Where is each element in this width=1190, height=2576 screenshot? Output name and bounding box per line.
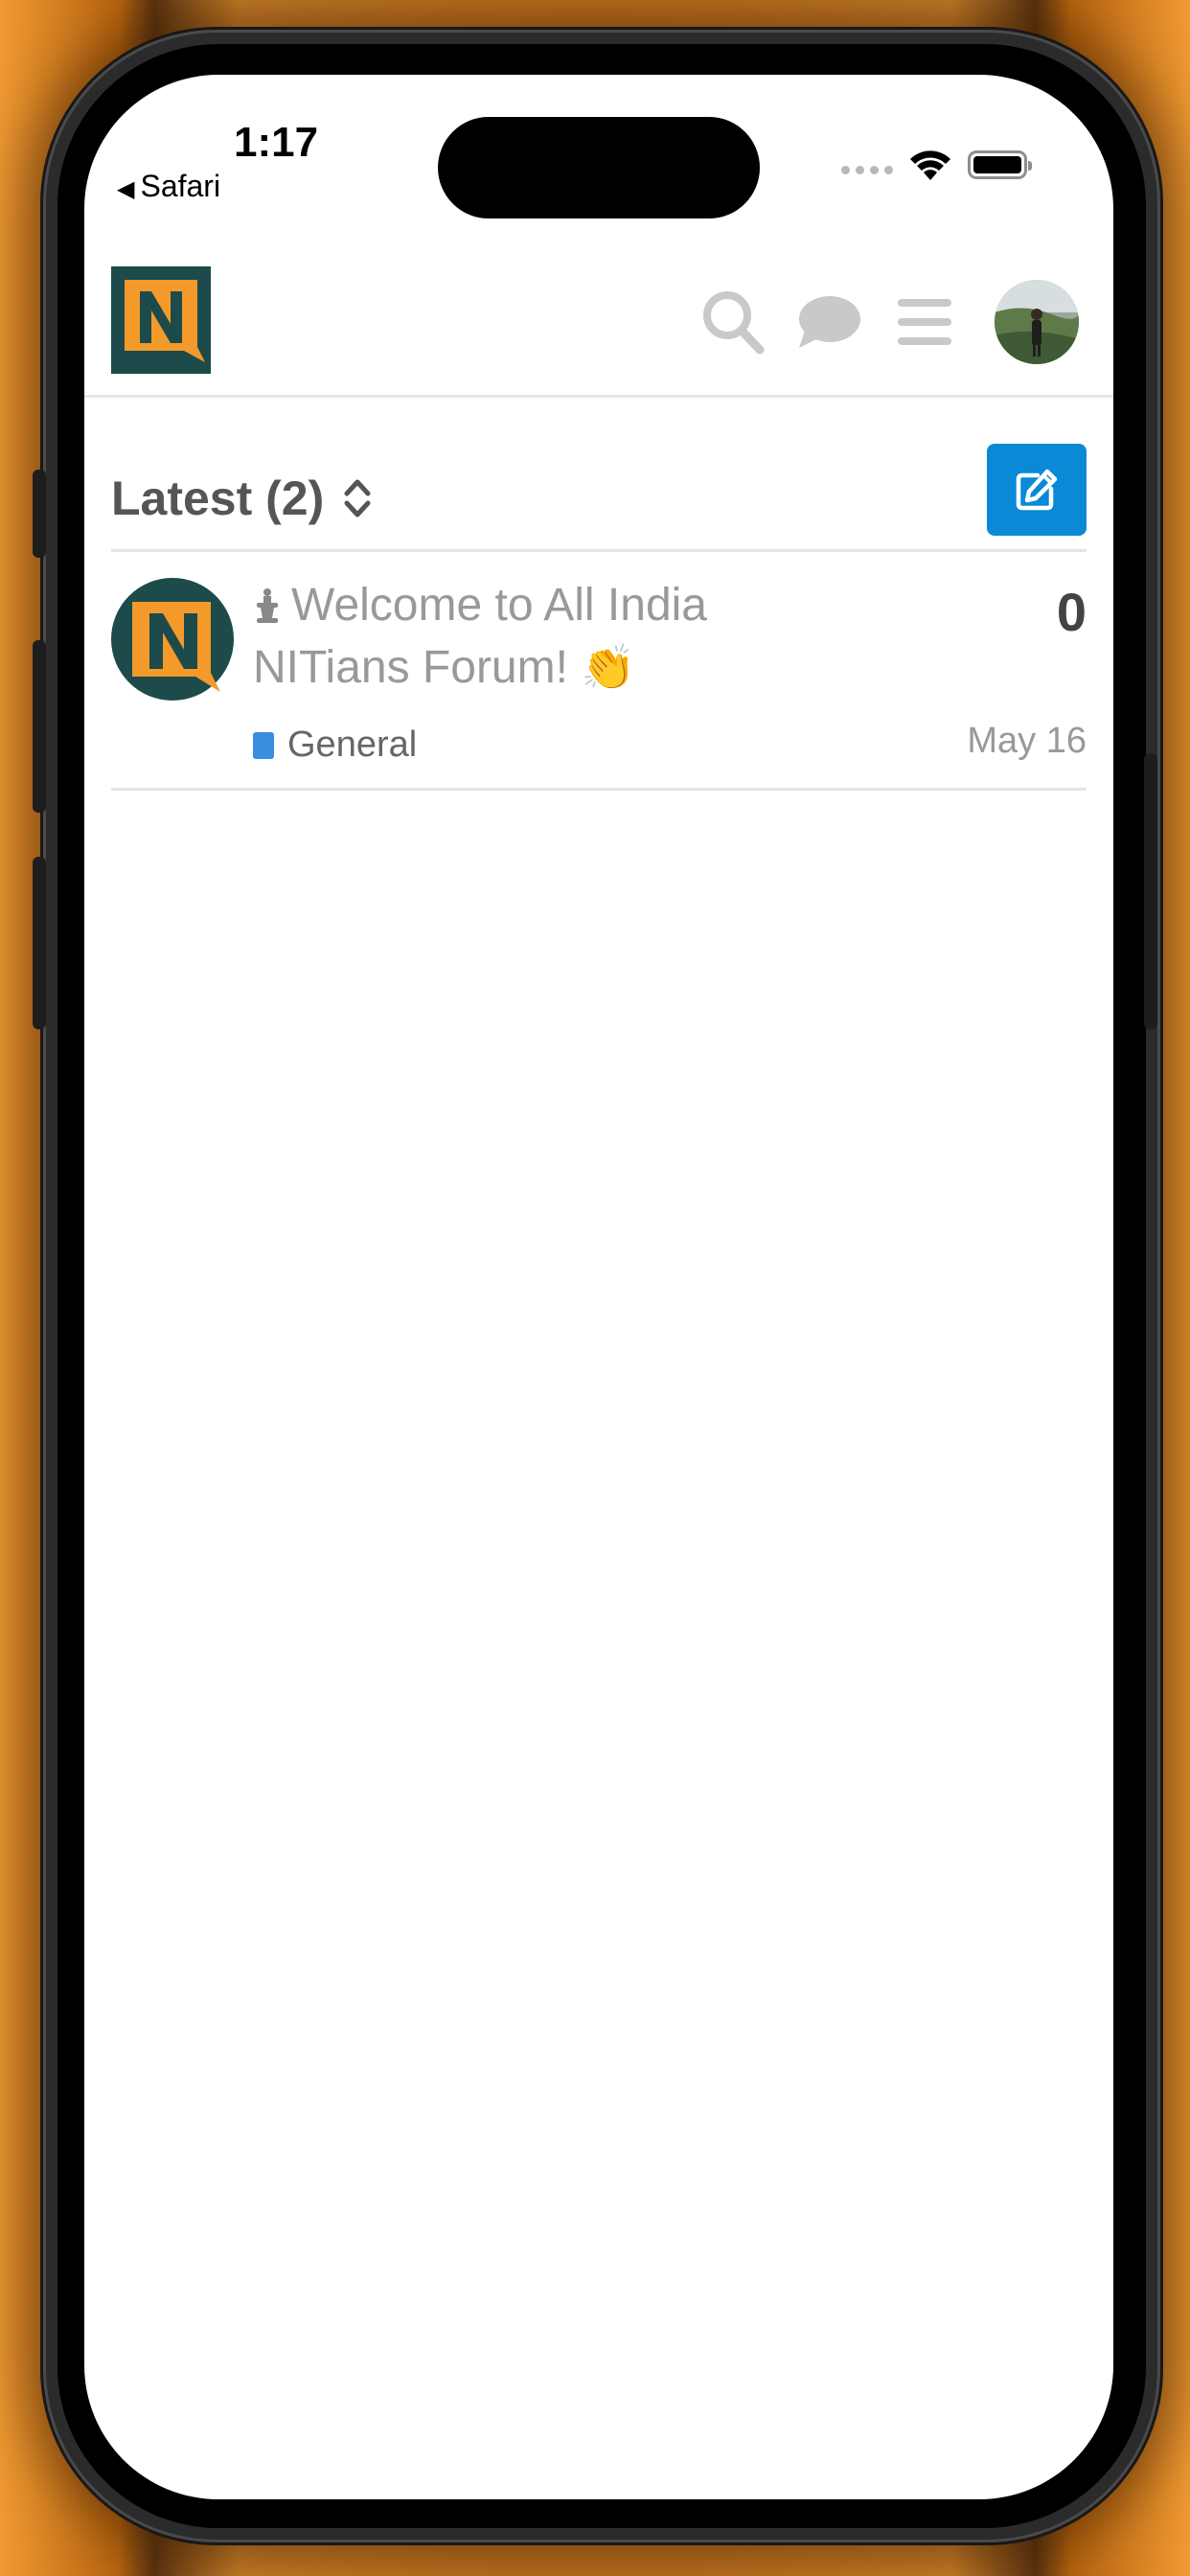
chat-bubble-icon[interactable] — [795, 288, 862, 356]
hamburger-menu-icon[interactable] — [891, 288, 958, 356]
status-indicators — [841, 148, 1032, 182]
search-icon[interactable] — [699, 288, 767, 356]
status-time: 1:17 — [234, 119, 319, 166]
side-button-power — [1144, 753, 1157, 1029]
pin-icon — [257, 588, 278, 623]
category-badge[interactable]: General — [253, 724, 417, 766]
back-to-safari[interactable]: ◀ Safari — [117, 169, 220, 204]
back-label: Safari — [140, 169, 221, 203]
activity-date[interactable]: May 16 — [967, 721, 1087, 762]
header-icons — [699, 278, 1079, 366]
category-color-square — [253, 731, 274, 759]
list-filter-dropdown[interactable]: Latest (2) — [111, 471, 372, 526]
clapping-hands-emoji: 👏 — [581, 642, 636, 692]
user-avatar[interactable] — [995, 280, 1079, 364]
wifi-icon — [910, 150, 950, 180]
sort-chevrons-icon — [344, 479, 371, 518]
forum-logo[interactable] — [111, 266, 211, 374]
list-title: Latest (2) — [111, 472, 325, 525]
pencil-edit-icon — [1016, 469, 1058, 511]
topic-author-avatar[interactable] — [111, 573, 234, 705]
reply-count: 0 — [1056, 582, 1087, 642]
side-button-mute — [33, 470, 46, 558]
new-topic-button[interactable] — [987, 444, 1087, 536]
category-name: General — [287, 724, 418, 765]
topic-title-link[interactable]: Welcome to All India NITians Forum! 👏 — [253, 575, 790, 699]
battery-icon — [968, 150, 1032, 179]
side-button-volume-down — [33, 857, 46, 1029]
dynamic-island — [438, 117, 760, 218]
cellular-signal-icon — [841, 165, 893, 174]
back-triangle-icon: ◀ — [117, 176, 135, 202]
topic-title: Welcome to All India NITians Forum! — [253, 580, 707, 693]
topic-list-header: Latest (2) — [111, 444, 1087, 552]
topic-row[interactable]: Welcome to All India NITians Forum! 👏 0 … — [111, 552, 1087, 791]
forum-header — [84, 259, 1113, 398]
screen: 1:17 ◀ Safari Latest (2) Welcome to All … — [84, 75, 1113, 2499]
side-button-volume-up — [33, 640, 46, 813]
